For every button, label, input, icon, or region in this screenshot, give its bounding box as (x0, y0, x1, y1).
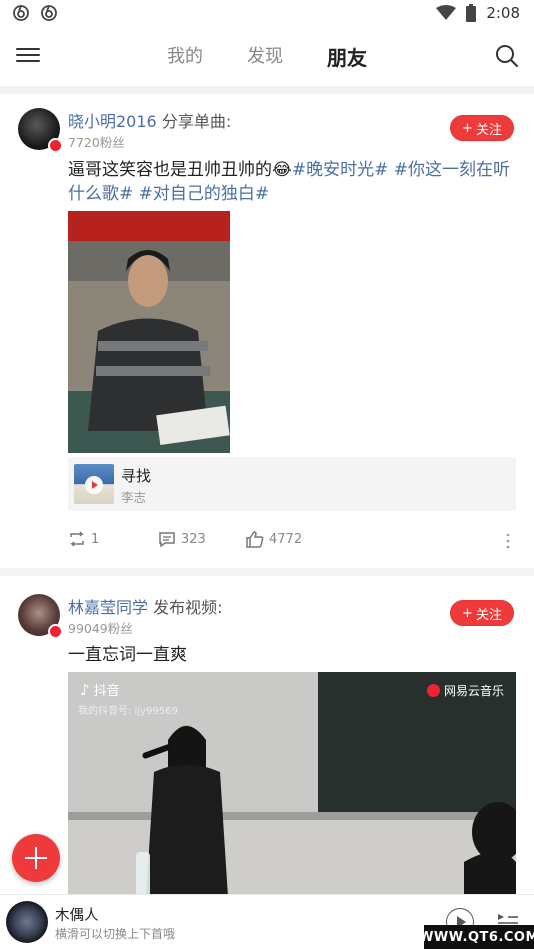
post-action-text: 分享单曲: (161, 112, 232, 131)
follow-button[interactable]: + 关注 (450, 115, 514, 141)
repost-icon (70, 531, 84, 547)
post-header: 林嘉莹同学 发布视频: (68, 594, 223, 618)
laughing-emoji-icon: 😂 (272, 160, 292, 180)
follow-button[interactable]: + 关注 (450, 600, 514, 626)
post-action-text: 发布视频: (153, 598, 223, 617)
tab-bar: 我的 发现 朋友 (0, 42, 534, 71)
more-options-icon[interactable] (506, 533, 510, 553)
hashtag[interactable]: #晚安时光# (292, 160, 389, 180)
plus-icon: + (462, 605, 473, 621)
fans-count: 7720粉丝 (68, 135, 125, 150)
tab-friends[interactable]: 朋友 (327, 42, 367, 71)
top-nav: 我的 发现 朋友 (0, 30, 534, 82)
comment-button[interactable]: 323 (158, 531, 206, 547)
status-bar: 2:08 (0, 0, 534, 30)
post-header: 晓小明2016 分享单曲: (68, 108, 231, 132)
user-name[interactable]: 晓小明2016 (68, 112, 157, 131)
verified-badge-icon (48, 138, 63, 153)
song-artist: 李志 (121, 490, 147, 505)
post-video[interactable]: ♪ 抖音 我的抖音号: ljy99569 网易云音乐 (68, 672, 516, 897)
douyin-account: 我的抖音号: ljy99569 (78, 706, 178, 717)
wifi-icon (436, 5, 457, 20)
now-playing-hint: 横滑可以切换上下首哦 (55, 927, 176, 941)
mini-player[interactable]: 木偶人 横滑可以切换上下首哦 WWW.QT6.COM (0, 894, 534, 949)
album-cover (74, 464, 114, 504)
thumbs-up-icon (246, 531, 264, 548)
avatar[interactable] (18, 108, 63, 153)
netease-music-icon (41, 5, 57, 21)
user-name[interactable]: 林嘉莹同学 (68, 598, 148, 617)
like-button[interactable]: 4772 (246, 531, 302, 548)
netease-music-icon (426, 684, 440, 697)
section-divider (0, 568, 534, 576)
plus-icon: + (462, 120, 473, 136)
add-post-button[interactable] (12, 834, 60, 882)
fans-count: 99049粉丝 (68, 621, 133, 636)
status-time: 2:08 (486, 4, 520, 22)
post-actions: 1 323 4772 (68, 531, 516, 555)
song-card[interactable]: 寻找 李志 (68, 457, 516, 511)
search-icon[interactable] (494, 43, 520, 69)
song-title: 寻找 (121, 467, 152, 485)
douyin-logo: ♪ 抖音 (80, 680, 120, 700)
comment-icon (159, 532, 175, 547)
avatar[interactable] (18, 594, 63, 639)
brand-watermark: 网易云音乐 (426, 682, 504, 699)
now-playing-cover[interactable] (6, 901, 48, 943)
post-photo[interactable] (68, 211, 230, 453)
feed-post: 晓小明2016 分享单曲: 7720粉丝 + 关注 逼哥这笑容也是丑帅丑帅的😂#晚… (0, 94, 534, 564)
feed-post: 林嘉莹同学 发布视频: 99049粉丝 + 关注 一直忘词一直爽 ♪ 抖音 我的抖音… (0, 576, 534, 897)
battery-icon (466, 4, 477, 22)
section-divider (0, 86, 534, 94)
post-text: 逼哥这笑容也是丑帅丑帅的😂#晚安时光# #你这一刻在听什么歌# #对自己的独白# (68, 160, 511, 204)
tab-mine[interactable]: 我的 (167, 42, 203, 71)
now-playing-title: 木偶人 (55, 908, 99, 924)
site-watermark: WWW.QT6.COM (419, 925, 534, 949)
play-icon (85, 476, 103, 494)
verified-badge-icon (48, 624, 63, 639)
post-text: 一直忘词一直爽 (68, 645, 187, 665)
tab-discover[interactable]: 发现 (247, 42, 283, 71)
repost-button[interactable]: 1 (68, 531, 99, 547)
hashtag[interactable]: #对自己的独白# (139, 184, 270, 204)
douyin-icon: ♪ (80, 680, 90, 699)
netease-music-icon (13, 5, 29, 21)
